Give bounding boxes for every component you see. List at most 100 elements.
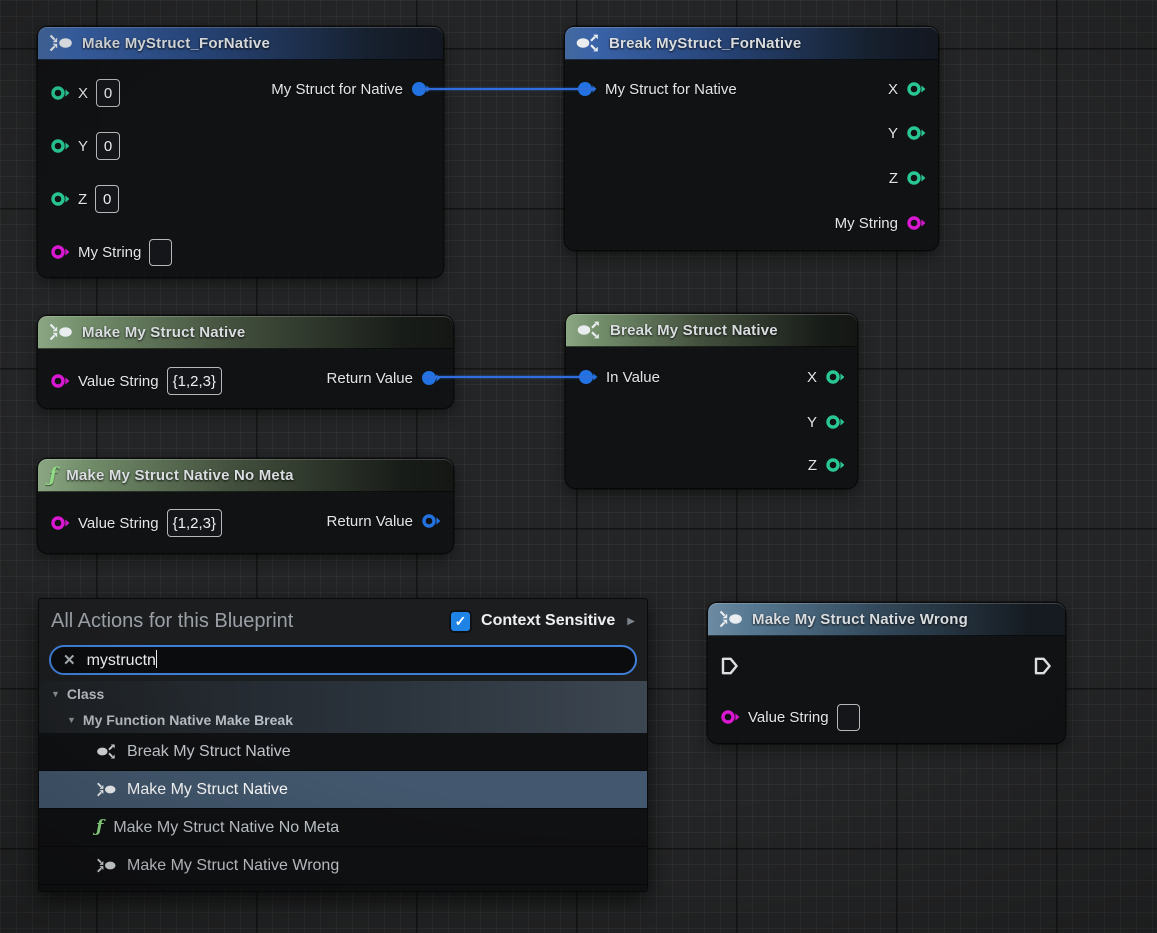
node-header[interactable]: Make My Struct Native <box>38 316 453 349</box>
function-icon: ƒ <box>49 466 57 485</box>
blueprint-editor: { "graph": { "background_color": "#24252… <box>0 0 1157 933</box>
pin-value-field[interactable]: 0 <box>95 185 119 213</box>
int-pin-icon[interactable] <box>50 85 70 101</box>
tree-item-make-my-struct-native[interactable]: Make My Struct Native <box>39 771 647 809</box>
make-struct-icon <box>49 323 73 341</box>
context-sensitive-label: Context Sensitive <box>481 612 615 630</box>
node-header[interactable]: Make MyStruct_ForNative <box>38 27 443 60</box>
pin-label: Z <box>808 457 817 474</box>
string-pin-icon[interactable] <box>50 244 70 260</box>
pin-value-field[interactable]: 0 <box>96 132 120 160</box>
expander-arrow-icon[interactable]: ▶ <box>627 616 635 627</box>
tree-subcategory-my-function-native-make-break[interactable]: ▼ My Function Native Make Break <box>39 707 647 733</box>
tree-item-make-my-struct-native-no-meta[interactable]: ƒ Make My Struct Native No Meta <box>39 809 647 847</box>
node-title: Make My Struct Native Wrong <box>752 611 968 628</box>
node-make-my-struct-native-wrong[interactable]: Make My Struct Native Wrong Value String <box>708 603 1065 743</box>
string-pin-icon[interactable] <box>50 373 70 389</box>
pin-row: My String <box>50 235 172 269</box>
pin-row: Y 0 <box>50 129 120 163</box>
int-pin-icon[interactable] <box>50 191 70 207</box>
pin-value-field[interactable]: {1,2,3} <box>167 367 222 395</box>
pin-label: Return Value <box>327 513 413 530</box>
node-break-mystruct-fornative[interactable]: Break MyStruct_ForNative My Struct for N… <box>565 27 938 250</box>
pin-label: Z <box>78 191 87 208</box>
wire-struct-fornative[interactable] <box>421 88 595 90</box>
pin-value-field[interactable] <box>837 704 860 731</box>
pin-label: My Struct for Native <box>271 81 403 98</box>
node-break-my-struct-native[interactable]: Break My Struct Native In Value X Y Z <box>566 314 857 488</box>
search-text: mystructn <box>87 650 158 670</box>
node-title: Break MyStruct_ForNative <box>609 35 801 52</box>
pin-label: Z <box>889 170 898 187</box>
string-pin-icon[interactable] <box>906 215 926 231</box>
wire-struct-native[interactable] <box>424 376 594 378</box>
pin-row: Return Value <box>327 504 441 538</box>
int-pin-icon[interactable] <box>825 457 845 473</box>
make-struct-icon <box>49 34 73 52</box>
function-icon: ƒ <box>96 819 103 836</box>
pin-row: My Struct for Native <box>271 72 431 106</box>
text-caret <box>156 650 158 668</box>
pin-row: Y <box>888 116 926 150</box>
pin-row: Z <box>808 448 845 482</box>
pin-label: X <box>78 85 88 102</box>
make-struct-icon <box>96 858 117 873</box>
pin-row: X <box>807 360 845 394</box>
tree-category-class[interactable]: ▼ Class <box>39 681 647 707</box>
node-make-mystruct-fornative[interactable]: Make MyStruct_ForNative X 0 Y 0 Z 0 My S… <box>38 27 443 277</box>
node-header[interactable]: Break MyStruct_ForNative <box>565 27 938 60</box>
string-pin-icon[interactable] <box>720 709 740 725</box>
clear-search-icon[interactable]: ✕ <box>63 651 76 669</box>
break-struct-icon <box>577 321 601 339</box>
node-header[interactable]: Break My Struct Native <box>566 314 857 347</box>
node-header[interactable]: ƒ Make My Struct Native No Meta <box>38 459 453 492</box>
actions-tree: ▼ Class ▼ My Function Native Make Break … <box>39 681 647 891</box>
node-make-my-struct-native-no-meta[interactable]: ƒ Make My Struct Native No Meta Value St… <box>38 459 453 553</box>
make-struct-icon <box>719 610 743 628</box>
pin-value-field[interactable]: 0 <box>96 79 120 107</box>
pin-label: My Struct for Native <box>605 81 737 98</box>
exec-in-pin-icon[interactable] <box>720 656 740 676</box>
pin-row: X 0 <box>50 76 120 110</box>
node-make-my-struct-native[interactable]: Make My Struct Native Value String {1,2,… <box>38 316 453 408</box>
search-input[interactable]: ✕ mystructn <box>49 645 637 675</box>
pin-label: My String <box>835 215 898 232</box>
pin-label: X <box>888 81 898 98</box>
break-struct-icon <box>576 34 600 52</box>
check-icon: ✓ <box>455 614 467 628</box>
int-pin-icon[interactable] <box>825 414 845 430</box>
node-header[interactable]: Make My Struct Native Wrong <box>708 603 1065 636</box>
context-sensitive-checkbox[interactable]: ✓ <box>451 612 470 631</box>
pin-label: Value String <box>78 373 159 390</box>
node-title: Make MyStruct_ForNative <box>82 35 270 52</box>
pin-row <box>1033 649 1053 683</box>
int-pin-icon[interactable] <box>906 81 926 97</box>
int-pin-icon[interactable] <box>825 369 845 385</box>
pin-row: Z 0 <box>50 182 119 216</box>
pin-label: My String <box>78 244 141 261</box>
pin-label: X <box>807 369 817 386</box>
struct-pin-icon[interactable] <box>421 370 441 386</box>
actions-context-menu: All Actions for this Blueprint ✓ Context… <box>38 598 648 892</box>
pin-label: Y <box>888 125 898 142</box>
int-pin-icon[interactable] <box>906 125 926 141</box>
int-pin-icon[interactable] <box>906 170 926 186</box>
pin-label: In Value <box>606 369 660 386</box>
node-title: Make My Struct Native No Meta <box>66 467 294 484</box>
tree-item-make-my-struct-native-wrong[interactable]: Make My Struct Native Wrong <box>39 847 647 885</box>
chevron-down-icon[interactable]: ▼ <box>67 715 76 725</box>
struct-pin-icon[interactable] <box>421 513 441 529</box>
exec-out-pin-icon[interactable] <box>1033 656 1053 676</box>
pin-value-field[interactable]: {1,2,3} <box>167 509 222 537</box>
node-title: Break My Struct Native <box>610 322 778 339</box>
pin-value-field[interactable] <box>149 239 172 266</box>
pin-label: Y <box>807 414 817 431</box>
menu-title: All Actions for this Blueprint <box>51 610 443 633</box>
chevron-down-icon[interactable]: ▼ <box>51 689 60 699</box>
string-pin-icon[interactable] <box>50 515 70 531</box>
pin-label: Y <box>78 138 88 155</box>
int-pin-icon[interactable] <box>50 138 70 154</box>
pin-row: Value String <box>720 700 860 734</box>
tree-item-break-my-struct-native[interactable]: Break My Struct Native <box>39 733 647 771</box>
pin-row: Z <box>889 161 926 195</box>
